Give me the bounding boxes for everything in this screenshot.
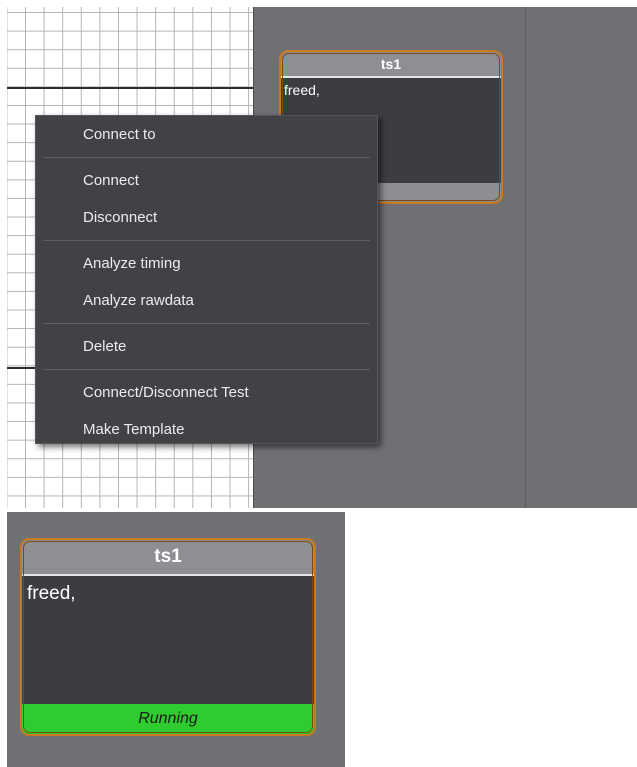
bottom-screenshot: ts1 freed, Running bbox=[7, 512, 345, 767]
menu-item-connect-to[interactable]: Connect to bbox=[36, 116, 377, 153]
menu-separator bbox=[43, 240, 370, 241]
node-title: ts1 bbox=[281, 52, 501, 78]
grid-major-line bbox=[7, 87, 253, 89]
menu-item-make-template[interactable]: Make Template bbox=[36, 411, 377, 448]
menu-item-analyze-rawdata[interactable]: Analyze rawdata bbox=[36, 282, 377, 319]
menu-separator bbox=[43, 157, 370, 158]
menu-item-connect[interactable]: Connect bbox=[36, 162, 377, 199]
node-status-running: Running bbox=[22, 704, 314, 734]
node-title: ts1 bbox=[22, 540, 314, 576]
menu-item-disconnect[interactable]: Disconnect bbox=[36, 199, 377, 236]
menu-item-analyze-timing[interactable]: Analyze timing bbox=[36, 245, 377, 282]
panel-divider bbox=[525, 7, 526, 508]
top-screenshot: ts1 freed, known Connect to Connect Disc… bbox=[7, 7, 637, 508]
node-body-text: freed, bbox=[284, 82, 320, 98]
context-menu: Connect to Connect Disconnect Analyze ti… bbox=[35, 115, 378, 444]
menu-item-connect-disconnect-test[interactable]: Connect/Disconnect Test bbox=[36, 374, 377, 411]
menu-item-delete[interactable]: Delete bbox=[36, 328, 377, 365]
menu-separator bbox=[43, 323, 370, 324]
menu-separator bbox=[43, 369, 370, 370]
node-card-ts1-running[interactable]: ts1 freed, Running bbox=[20, 538, 316, 736]
node-body-text: freed, bbox=[27, 583, 76, 604]
